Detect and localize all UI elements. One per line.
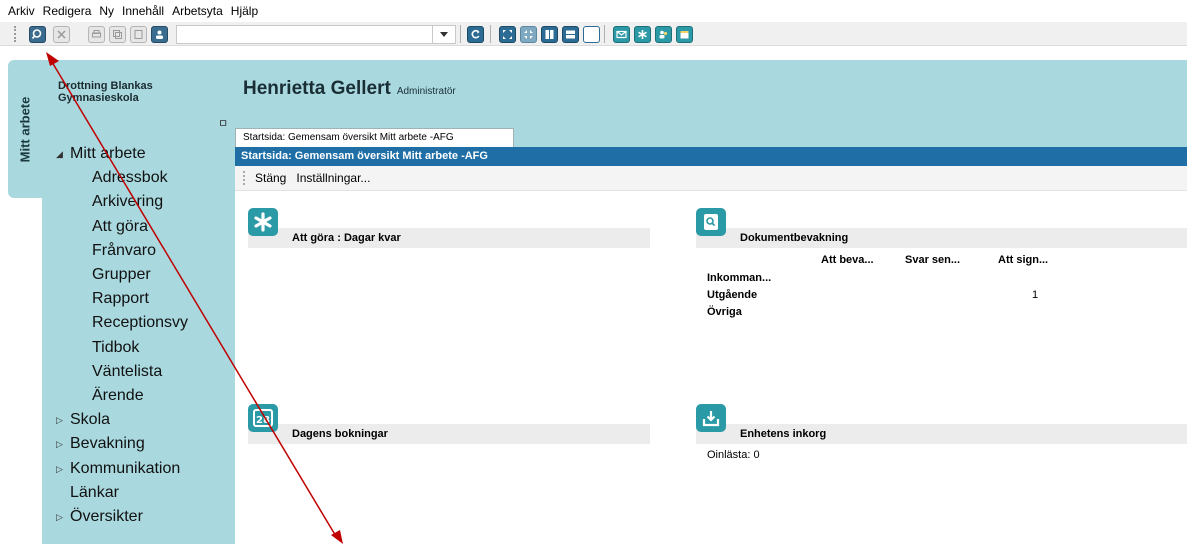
horizontal-split-icon[interactable] (562, 26, 579, 43)
column-att-signera[interactable]: Att sign... (998, 254, 1048, 266)
menu-arkiv[interactable]: Arkiv (4, 4, 39, 18)
nav-item-tidbok[interactable]: Tidbok (42, 336, 235, 360)
calendar-icon[interactable] (676, 26, 693, 43)
column-att-bevaka[interactable]: Att beva... (821, 254, 874, 266)
widget-docwatch-title[interactable]: Dokumentbevakning (696, 228, 1187, 248)
row-ovriga[interactable]: Övriga (707, 306, 742, 318)
nav-item-adressbok[interactable]: Adressbok (42, 166, 235, 190)
toolbar-grip[interactable] (14, 26, 17, 42)
menu-bar: Arkiv Redigera Ny Innehåll Arbetsyta Hjä… (0, 0, 1187, 22)
nav-item-att-gora[interactable]: Att göra (42, 215, 235, 239)
navigation-panel: Drottning Blankas Gymnasieskola ㅁ ◢ Mitt… (42, 60, 235, 544)
nav-item-label: Översikter (70, 507, 143, 525)
inbox-download-icon (696, 404, 726, 432)
toolbar-separator (460, 25, 461, 43)
single-view-icon[interactable] (583, 26, 600, 43)
refresh-icon[interactable] (467, 26, 484, 43)
users-icon[interactable] (655, 26, 672, 43)
calendar-icon: 28 (248, 404, 278, 432)
document-command-bar: Stäng Inställningar... (235, 166, 1187, 191)
toolbar-separator (604, 25, 605, 43)
document-search-icon (696, 208, 726, 236)
utgaende-att-signera-count[interactable]: 1 (1032, 289, 1038, 301)
nav-item-mitt-arbete[interactable]: ◢ Mitt arbete (42, 142, 235, 166)
nav-item-lankar[interactable]: Länkar (42, 481, 235, 505)
settings-button[interactable]: Inställningar... (296, 171, 370, 185)
nav-item-arkivering[interactable]: Arkivering (42, 190, 235, 214)
widget-bookings-title[interactable]: Dagens bokningar (248, 424, 650, 444)
nav-tree: ◢ Mitt arbete Adressbok Arkivering Att g… (42, 142, 235, 529)
close-button[interactable]: Stäng (255, 171, 286, 185)
collapsed-triangle-icon[interactable]: ▷ (56, 457, 70, 481)
organization-name: Drottning Blankas Gymnasieskola (58, 80, 218, 104)
nav-item-label: Skola (70, 411, 111, 429)
document-title: Startsida: Gemensam översikt Mitt arbete… (235, 147, 1187, 166)
nav-item-grupper[interactable]: Grupper (42, 263, 235, 287)
collapse-icon[interactable] (520, 26, 537, 43)
nav-item-vantelista[interactable]: Väntelista (42, 360, 235, 384)
column-svar-senast[interactable]: Svar sen... (905, 254, 960, 266)
menu-innehall[interactable]: Innehåll (118, 4, 168, 18)
nav-item-label: Mitt arbete (70, 145, 146, 163)
toolbar-separator (490, 25, 491, 43)
side-tab-label: Mitt arbete (17, 96, 33, 162)
page-icon[interactable] (130, 26, 147, 43)
pin-icon[interactable]: ㅁ (218, 115, 228, 131)
organization-name-line-1: Drottning Blankas (58, 80, 153, 92)
widget-inbox-title[interactable]: Enhetens inkorg (696, 424, 1187, 444)
nav-item-kommunikation[interactable]: ▷ Kommunikation (42, 456, 235, 480)
nav-item-label: Bevakning (70, 435, 145, 453)
dashboard-content: Att göra : Dagar kvar Dokumentbevakning … (235, 192, 1187, 544)
expand-icon[interactable] (499, 26, 516, 43)
collapsed-triangle-icon[interactable]: ▷ (56, 408, 70, 432)
nav-item-bevakning[interactable]: ▷ Bevakning (42, 432, 235, 456)
copy-icon[interactable] (109, 26, 126, 43)
expanded-triangle-icon[interactable]: ◢ (56, 142, 70, 166)
unread-count: Oinlästa: 0 (707, 449, 760, 461)
user-role: Administratör (396, 86, 456, 97)
widget-todo-title[interactable]: Att göra : Dagar kvar (248, 228, 650, 248)
toolbar-combobox[interactable] (176, 25, 456, 44)
nav-item-receptionsvy[interactable]: Receptionsvy (42, 311, 235, 335)
asterisk-icon[interactable] (634, 26, 651, 43)
asterisk-icon (248, 208, 278, 236)
tab-startsida[interactable]: Startsida: Gemensam översikt Mitt arbete… (235, 128, 514, 147)
nav-item-rapport[interactable]: Rapport (42, 287, 235, 311)
menu-arbetsyta[interactable]: Arbetsyta (168, 4, 227, 18)
organization-name-line-2: Gymnasieskola (58, 92, 139, 104)
row-inkommande[interactable]: Inkomman... (707, 272, 771, 284)
chevron-down-icon[interactable] (432, 25, 454, 44)
row-utgaende[interactable]: Utgående (707, 289, 757, 301)
nav-item-label: Kommunikation (70, 459, 181, 477)
command-bar-grip[interactable] (243, 171, 245, 185)
tab-mitt-arbete[interactable]: Mitt arbete (8, 60, 42, 198)
nav-item-skola[interactable]: ▷ Skola (42, 408, 235, 432)
close-document-icon[interactable] (53, 26, 70, 43)
nav-item-oversikter[interactable]: ▷ Översikter (42, 505, 235, 529)
collapsed-triangle-icon[interactable]: ▷ (56, 505, 70, 529)
nav-item-franvaro[interactable]: Frånvaro (42, 239, 235, 263)
search-icon[interactable] (29, 26, 46, 43)
user-header: Henrietta Gellert Administratör (235, 60, 1187, 117)
menu-redigera[interactable]: Redigera (39, 4, 96, 18)
nav-item-arende[interactable]: Ärende (42, 384, 235, 408)
user-name: Henrietta Gellert Administratör (243, 78, 456, 100)
menu-hjalp[interactable]: Hjälp (227, 4, 262, 18)
toolbar (0, 22, 1187, 46)
collapsed-triangle-icon[interactable]: ▷ (56, 432, 70, 456)
user-name-text: Henrietta Gellert (243, 78, 391, 99)
svg-text:28: 28 (256, 415, 270, 426)
print-icon[interactable] (88, 26, 105, 43)
mail-icon[interactable] (613, 26, 630, 43)
user-icon[interactable] (151, 26, 168, 43)
vertical-split-icon[interactable] (541, 26, 558, 43)
document-tabstrip: Startsida: Gemensam översikt Mitt arbete… (235, 117, 1187, 147)
menu-ny[interactable]: Ny (95, 4, 118, 18)
